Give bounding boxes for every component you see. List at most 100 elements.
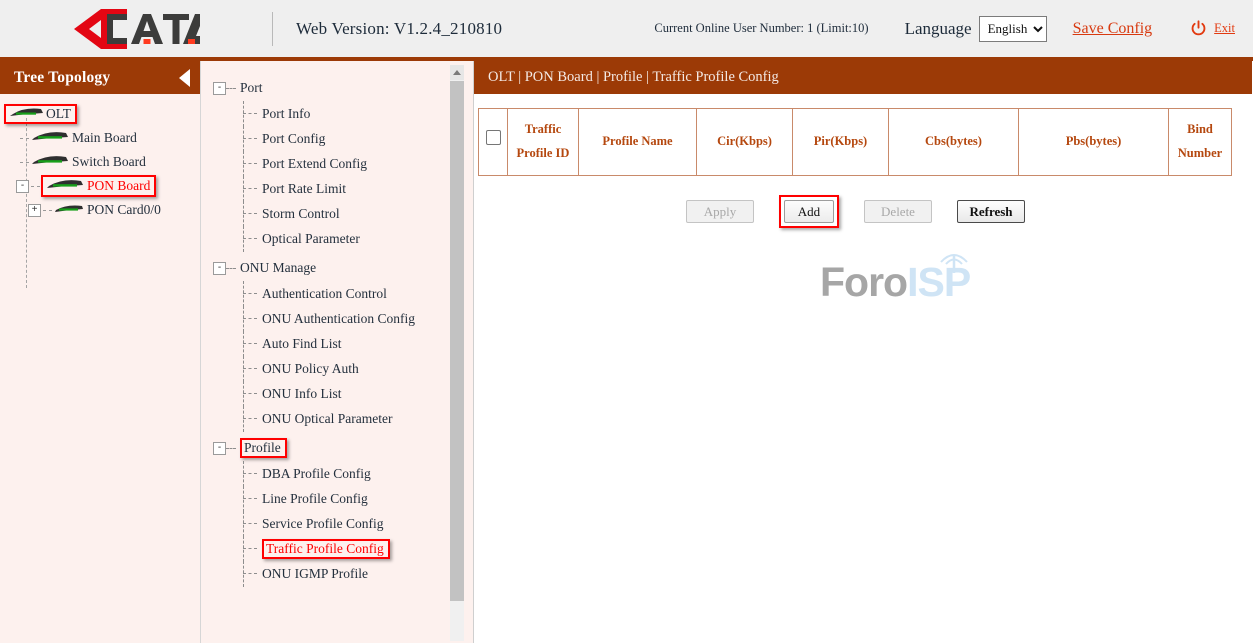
menu-expander-onu-manage[interactable]: - (213, 262, 226, 275)
menu-item-label[interactable]: Optical Parameter (262, 231, 360, 247)
menu-branch-line (243, 393, 257, 394)
tree-node-switch-board-label: Switch Board (72, 154, 146, 170)
menu-item-service-profile-config[interactable]: Service Profile Config (213, 511, 473, 536)
menu-branch-line (243, 473, 257, 474)
tree-node-switch-board[interactable]: Switch Board (0, 150, 200, 174)
tree-branch-line (20, 138, 29, 139)
refresh-button[interactable]: Refresh (957, 200, 1025, 223)
menu-item-label[interactable]: Traffic Profile Config (266, 541, 384, 557)
language-select[interactable]: English (979, 16, 1047, 42)
table-select-all-cell[interactable] (479, 109, 508, 176)
menu-item-label[interactable]: ONU IGMP Profile (262, 566, 368, 582)
menu-group-profile[interactable]: - Profile (213, 435, 473, 461)
save-config-link[interactable]: Save Config (1073, 20, 1153, 38)
tree-branch-line (20, 162, 29, 163)
online-user-count: Current Online User Number: 1 (Limit:10) (654, 21, 868, 36)
menu-branch-line (243, 213, 257, 214)
tree-node-olt-highlight: OLT (4, 104, 77, 124)
menu-item-onu-policy-auth[interactable]: ONU Policy Auth (213, 356, 473, 381)
tree-expander-collapse[interactable]: - (16, 180, 29, 193)
menu-item-label[interactable]: Port Config (262, 131, 325, 147)
menu-branch-line (243, 138, 257, 139)
menu-item-label[interactable]: ONU Info List (262, 386, 342, 402)
menu-item-optical-parameter[interactable]: Optical Parameter (213, 226, 473, 251)
menu-scrollbar-thumb[interactable] (450, 81, 464, 601)
menu-item-label[interactable]: ONU Policy Auth (262, 361, 359, 377)
tree-node-pon-card-label: PON Card0/0 (87, 202, 161, 218)
tree-topology-header: Tree Topology (0, 61, 200, 94)
menu-item-storm-control[interactable]: Storm Control (213, 201, 473, 226)
board-icon (45, 177, 85, 195)
menu-item-port-config[interactable]: Port Config (213, 126, 473, 151)
menu-item-label[interactable]: Auto Find List (262, 336, 342, 352)
add-button[interactable]: Add (784, 200, 834, 223)
menu-branch-line (243, 163, 257, 164)
menu-item-label[interactable]: Port Rate Limit (262, 181, 346, 197)
column-header-line2: Profile ID (511, 142, 575, 166)
feature-menu-list: - Port Port Info Port Config Port (201, 61, 473, 586)
menu-branch-line (243, 368, 257, 369)
tree-node-pon-board-highlight: PON Board (41, 175, 156, 197)
menu-branch-line (243, 523, 257, 524)
menu-branch-line (243, 573, 257, 574)
menu-group-port[interactable]: - Port (213, 75, 473, 101)
antenna-icon (937, 237, 971, 284)
menu-item-label[interactable]: Port Extend Config (262, 156, 367, 172)
body-container: Tree Topology OLT (0, 61, 1253, 643)
menu-group-onu-manage-label: ONU Manage (240, 260, 316, 276)
menu-item-label[interactable]: Line Profile Config (262, 491, 368, 507)
board-icon (8, 106, 44, 122)
c-data-logo-icon (71, 6, 201, 52)
tree-expander-expand[interactable]: + (28, 204, 41, 217)
column-header-pbs-bytes: Pbs(bytes) (1019, 109, 1169, 176)
menu-item-line-profile-config[interactable]: Line Profile Config (213, 486, 473, 511)
menu-item-onu-optical-parameter[interactable]: ONU Optical Parameter (213, 406, 473, 431)
table-header: Traffic Profile ID Profile Name Cir(Kbps… (479, 109, 1232, 176)
menu-expander-profile[interactable]: - (213, 442, 226, 455)
menu-item-label[interactable]: DBA Profile Config (262, 466, 371, 482)
power-icon[interactable] (1190, 20, 1207, 37)
menu-item-label[interactable]: ONU Authentication Config (262, 311, 415, 327)
menu-branch-line (226, 448, 236, 449)
foroisp-watermark: Foro ISP (820, 259, 970, 306)
feature-menu-scroll-area: - Port Port Info Port Config Port (201, 61, 473, 643)
menu-item-onu-igmp-profile[interactable]: ONU IGMP Profile (213, 561, 473, 586)
menu-group-profile-highlight: Profile (240, 438, 287, 458)
menu-item-dba-profile-config[interactable]: DBA Profile Config (213, 461, 473, 486)
menu-item-label[interactable]: ONU Optical Parameter (262, 411, 392, 427)
menu-item-label[interactable]: Storm Control (262, 206, 340, 222)
menu-item-label[interactable]: Service Profile Config (262, 516, 383, 532)
menu-branch-line (243, 343, 257, 344)
tree-node-pon-card[interactable]: + PON Card0/0 (0, 198, 200, 222)
content-panel: OLT | PON Board | Profile | Traffic Prof… (474, 61, 1253, 643)
scroll-up-arrow-icon[interactable] (450, 65, 464, 80)
menu-group-onu-manage[interactable]: - ONU Manage (213, 255, 473, 281)
action-button-row: Apply Add Delete Refresh (686, 195, 1253, 228)
add-button-highlight: Add (779, 195, 839, 228)
tree-node-main-board[interactable]: Main Board (0, 126, 200, 150)
menu-item-port-rate-limit[interactable]: Port Rate Limit (213, 176, 473, 201)
menu-item-authentication-control[interactable]: Authentication Control (213, 281, 473, 306)
select-all-checkbox[interactable] (486, 130, 501, 145)
menu-group-port-label: Port (240, 80, 263, 96)
content-body: Traffic Profile ID Profile Name Cir(Kbps… (474, 94, 1253, 643)
menu-item-onu-info-list[interactable]: ONU Info List (213, 381, 473, 406)
table-header-row: Traffic Profile ID Profile Name Cir(Kbps… (479, 109, 1232, 176)
menu-item-onu-authentication-config[interactable]: ONU Authentication Config (213, 306, 473, 331)
menu-item-port-extend-config[interactable]: Port Extend Config (213, 151, 473, 176)
watermark-text-foro: Foro (820, 259, 907, 306)
collapse-left-icon[interactable] (179, 69, 190, 87)
menu-item-label[interactable]: Authentication Control (262, 286, 387, 302)
exit-link[interactable]: Exit (1214, 21, 1235, 36)
menu-item-port-info[interactable]: Port Info (213, 101, 473, 126)
menu-item-auto-find-list[interactable]: Auto Find List (213, 331, 473, 356)
board-icon (30, 129, 70, 147)
menu-item-traffic-profile-config[interactable]: Traffic Profile Config (213, 536, 473, 561)
menu-expander-port[interactable]: - (213, 82, 226, 95)
tree-node-pon-board[interactable]: - PON Board (0, 174, 200, 198)
exit-group[interactable]: Exit (1190, 20, 1235, 37)
menu-item-label[interactable]: Port Info (262, 106, 310, 122)
language-label: Language (905, 19, 972, 39)
tree-node-olt[interactable]: OLT (0, 102, 200, 126)
menu-group-profile-label: Profile (244, 440, 281, 456)
